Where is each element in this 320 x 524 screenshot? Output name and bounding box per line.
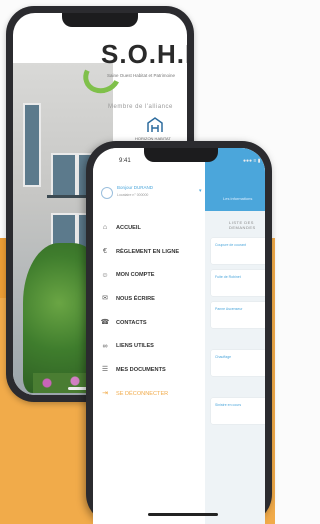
- euro-icon: €: [103, 248, 107, 256]
- menu-item-reglement[interactable]: € RÈGLEMENT EN LIGNE: [101, 240, 205, 264]
- menu-item-mes-documents[interactable]: ☰ MES DOCUMENTS: [101, 358, 205, 382]
- content-title: Les informations: [223, 196, 253, 201]
- phone-notch: [62, 13, 138, 27]
- navigation-drawer: Bonjour DURAND Locataire n° 000000 ▾ ⌂ A…: [93, 148, 205, 524]
- home-icon: ⌂: [102, 224, 108, 232]
- chevron-down-icon[interactable]: ▾: [199, 188, 202, 194]
- user-profile-row[interactable]: Bonjour DURAND Locataire n° 000000 ▾: [101, 185, 205, 207]
- content-card[interactable]: Chauffage: [211, 350, 265, 376]
- phone-front-screen: 9:41 ●●● ≡ ▮ Les informations LISTE DES …: [93, 148, 265, 524]
- menu-item-se-deconnecter[interactable]: ⇥ SE DÉCONNECTER: [101, 382, 205, 406]
- menu-item-label: NOUS ÉCRIRE: [116, 295, 155, 302]
- menu-item-mon-compte[interactable]: ☺ MON COMPTE: [101, 263, 205, 287]
- menu-item-liens-utiles[interactable]: ∞ LIENS UTILES: [101, 334, 205, 358]
- logo-text: S.O.H.P: [101, 39, 187, 69]
- envelope-icon: ✉: [102, 295, 108, 303]
- phone-front: 9:41 ●●● ≡ ▮ Les informations LISTE DES …: [86, 141, 272, 524]
- home-indicator: [148, 513, 218, 516]
- menu-item-accueil[interactable]: ⌂ ACCUEIL: [101, 216, 205, 240]
- user-name: Bonjour DURAND: [117, 185, 154, 190]
- menu-item-label: MES DOCUMENTS: [116, 366, 166, 373]
- content-card[interactable]: Coupure de courant: [211, 238, 265, 264]
- phone-icon: ☎: [100, 319, 110, 327]
- link-icon: ∞: [102, 342, 108, 350]
- content-card[interactable]: Sinistre en cours: [211, 398, 265, 424]
- member-text: Membre de l'alliance: [108, 104, 173, 110]
- user-icon: ☺: [101, 271, 109, 279]
- horizon-habitat-icon: [147, 117, 163, 132]
- status-icons: ●●● ≡ ▮: [243, 158, 261, 164]
- menu-item-label: RÈGLEMENT EN LIGNE: [116, 248, 180, 255]
- content-card[interactable]: Fuite de Robinet: [211, 270, 265, 296]
- menu-item-nous-ecrire[interactable]: ✉ NOUS ÉCRIRE: [101, 287, 205, 311]
- menu-item-contacts[interactable]: ☎ CONTACTS: [101, 311, 205, 335]
- content-section-title: LISTE DES DEMANDES: [229, 220, 256, 230]
- status-time: 9:41: [119, 158, 131, 164]
- drawer-menu: ⌂ ACCUEIL € RÈGLEMENT EN LIGNE ☺ MON COM…: [101, 216, 205, 406]
- user-id: Locataire n° 000000: [117, 193, 149, 197]
- brand-logo: S.O.H.P Saine Ouest Habitat et Patrimoin…: [78, 39, 187, 99]
- menu-item-label: SE DÉCONNECTER: [116, 390, 169, 397]
- menu-item-label: CONTACTS: [116, 319, 147, 326]
- logout-icon: ⇥: [102, 390, 108, 398]
- user-avatar-icon: [101, 187, 113, 199]
- menu-item-label: LIENS UTILES: [116, 343, 154, 350]
- content-card[interactable]: Panne Ascenseur: [211, 302, 265, 328]
- menu-item-label: MON COMPTE: [116, 272, 155, 279]
- document-icon: ☰: [101, 366, 109, 374]
- phone-notch: [144, 148, 218, 162]
- content-panel: Les informations LISTE DES DEMANDES Coup…: [205, 148, 265, 524]
- menu-item-label: ACCUEIL: [116, 224, 141, 231]
- logo-subtitle: Saine Ouest Habitat et Patrimoine: [107, 73, 176, 78]
